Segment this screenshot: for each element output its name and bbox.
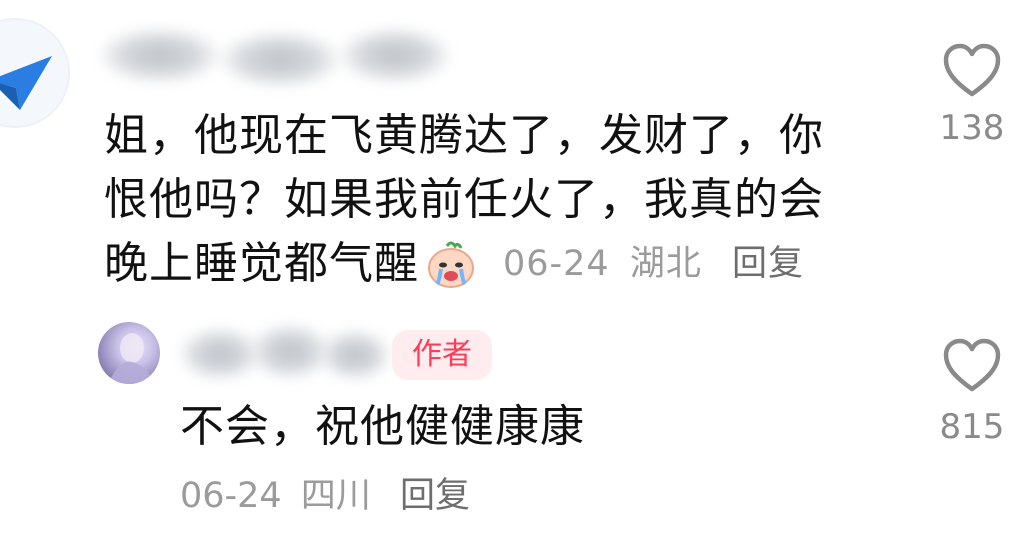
commenter-avatar[interactable] bbox=[0, 18, 70, 128]
like-button[interactable]: 815 bbox=[922, 333, 1022, 445]
author-name-blurred[interactable] bbox=[180, 318, 390, 388]
like-count: 815 bbox=[939, 407, 1005, 447]
commenter-name-blurred[interactable] bbox=[100, 20, 450, 90]
comment-text: 姐，他现在飞黄腾达了，发财了，你 恨他吗？如果我前任火了，我真的会 晚上睡觉都气… bbox=[104, 104, 904, 296]
comment-meta: 06-24 湖北 回复 bbox=[503, 244, 804, 284]
comment-location: 湖北 bbox=[629, 244, 702, 284]
reply-location: 四川 bbox=[300, 476, 371, 516]
comment-text-line: 姐，他现在飞黄腾达了，发财了，你 bbox=[104, 110, 824, 161]
comment-text-line: 恨他吗？如果我前任火了，我真的会 bbox=[104, 174, 824, 225]
comment-text-segment: 晚上睡觉都气醒 bbox=[104, 238, 419, 289]
reply-text: 不会，祝他健健康康 bbox=[180, 401, 585, 452]
heart-icon bbox=[943, 338, 1001, 392]
comment-text-line: 晚上睡觉都气醒 06-24 湖北 回复 bbox=[104, 232, 904, 296]
reply-button[interactable]: 回复 bbox=[732, 244, 804, 284]
crying-face-emoji-icon bbox=[425, 238, 477, 290]
avatar-image-icon bbox=[108, 333, 154, 384]
heart-icon bbox=[943, 43, 1001, 97]
comment-date: 06-24 bbox=[503, 244, 610, 284]
like-button[interactable]: 138 bbox=[922, 38, 1022, 146]
author-avatar[interactable] bbox=[98, 322, 160, 384]
author-badge: 作者 bbox=[392, 330, 492, 380]
reply-meta: 06-24 四川 回复 bbox=[180, 476, 470, 516]
paper-plane-icon bbox=[0, 56, 52, 110]
reply-date: 06-24 bbox=[180, 476, 282, 516]
reply-button[interactable]: 回复 bbox=[400, 476, 470, 516]
like-count: 138 bbox=[939, 108, 1005, 148]
